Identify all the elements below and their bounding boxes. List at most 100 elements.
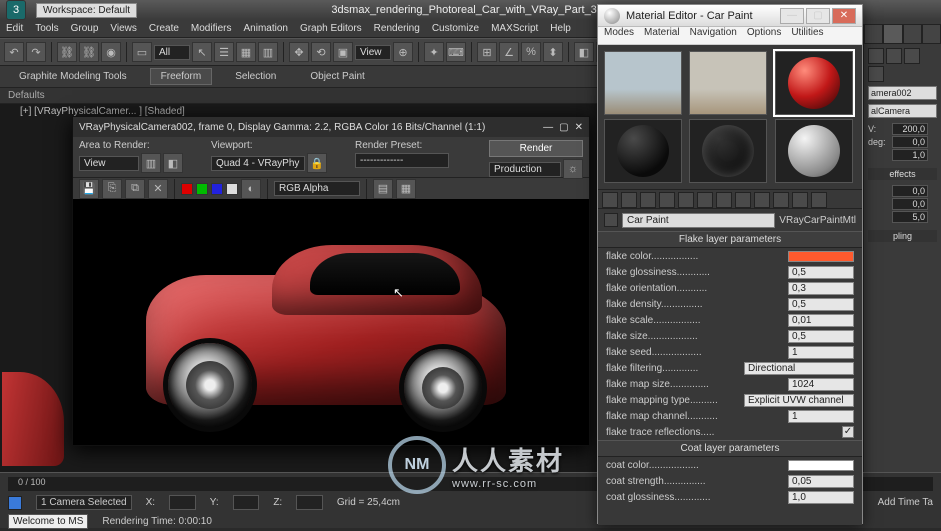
angle-snap-icon[interactable]: ∠: [499, 42, 519, 62]
ref-coord-dd[interactable]: View: [355, 45, 391, 60]
coord-y-input[interactable]: [233, 495, 260, 510]
coord-x-input[interactable]: [169, 495, 196, 510]
put-library-icon[interactable]: [716, 192, 732, 208]
material-name-input[interactable]: [622, 213, 775, 228]
minimize-icon[interactable]: —: [543, 122, 553, 133]
mat-menu-modes[interactable]: Modes: [604, 27, 634, 44]
clear-icon[interactable]: ✕: [148, 179, 168, 199]
copy-image-icon[interactable]: ⎘: [102, 179, 122, 199]
menu-create[interactable]: Create: [149, 23, 179, 34]
create-tab-icon[interactable]: [864, 24, 883, 44]
sample-slot-active[interactable]: [775, 51, 853, 115]
pivot-icon[interactable]: ⊕: [393, 42, 413, 62]
pick-material-icon[interactable]: [604, 213, 618, 227]
area-edit-icon[interactable]: ▥: [141, 153, 161, 173]
go-parent-icon[interactable]: [792, 192, 808, 208]
channel-a-swatch[interactable]: [226, 183, 238, 195]
add-time-tag[interactable]: Add Time Ta: [878, 497, 933, 508]
modify-tab-icon[interactable]: [883, 24, 902, 44]
menu-maxscript[interactable]: MAXScript: [491, 23, 538, 34]
toggle-ui-icon[interactable]: ▤: [373, 179, 393, 199]
channel-g-swatch[interactable]: [196, 183, 208, 195]
maxscript-prompt[interactable]: Welcome to MS: [8, 514, 88, 529]
channel-b-swatch[interactable]: [211, 183, 223, 195]
spinner-input[interactable]: 0,0: [892, 185, 928, 197]
select-arrow-icon[interactable]: ↖: [192, 42, 212, 62]
spinner-snap-icon[interactable]: ⬍: [543, 42, 563, 62]
sample-slot[interactable]: [604, 119, 682, 183]
param-checkbox[interactable]: ✓: [842, 426, 854, 438]
close-icon[interactable]: ✕: [832, 8, 856, 24]
mod-icon[interactable]: [868, 48, 884, 64]
coord-z-input[interactable]: [296, 495, 323, 510]
select-filter-dd[interactable]: All: [154, 45, 190, 60]
param-color-swatch[interactable]: [788, 251, 854, 262]
get-material-icon[interactable]: [602, 192, 618, 208]
named-sel-icon[interactable]: ◧: [574, 42, 594, 62]
select-region-icon[interactable]: ▦: [236, 42, 256, 62]
spinner-input[interactable]: 1,0: [892, 149, 928, 161]
mat-menu-utilities[interactable]: Utilities: [791, 27, 823, 44]
keyboard-icon[interactable]: ⌨: [446, 42, 466, 62]
ribbon-tab-selection[interactable]: Selection: [224, 68, 287, 85]
snap-icon[interactable]: ⊞: [477, 42, 497, 62]
maximize-icon[interactable]: ▢: [559, 122, 568, 133]
menu-animation[interactable]: Animation: [243, 23, 287, 34]
workspace-selector[interactable]: Workspace: Default: [36, 3, 137, 18]
reset-map-icon[interactable]: [659, 192, 675, 208]
mod-icon[interactable]: [904, 48, 920, 64]
param-spinner[interactable]: 1: [788, 346, 854, 359]
sample-slot[interactable]: [775, 119, 853, 183]
channel-dd[interactable]: RGB Alpha: [274, 181, 360, 196]
render-setup-small-icon[interactable]: ☼: [563, 159, 583, 179]
sampling-header[interactable]: pling: [868, 230, 937, 242]
param-spinner[interactable]: 0,5: [788, 298, 854, 311]
menu-graph-editors[interactable]: Graph Editors: [300, 23, 362, 34]
sample-slot[interactable]: [689, 51, 767, 115]
sample-slot[interactable]: [604, 51, 682, 115]
spinner-input[interactable]: 0,0: [892, 198, 928, 210]
assign-sel-icon[interactable]: [640, 192, 656, 208]
select-icon[interactable]: ▭: [132, 42, 152, 62]
ribbon-tab-modeling[interactable]: Graphite Modeling Tools: [8, 68, 138, 85]
maximize-icon[interactable]: ▢: [806, 8, 830, 24]
redo-icon[interactable]: ↷: [26, 42, 46, 62]
param-dropdown[interactable]: Directional: [744, 362, 854, 375]
spinner-input[interactable]: 0,0: [892, 136, 928, 148]
mat-menu-options[interactable]: Options: [747, 27, 781, 44]
menu-rendering[interactable]: Rendering: [374, 23, 420, 34]
unlink-icon[interactable]: ⛓: [79, 42, 99, 62]
make-copy-icon[interactable]: [678, 192, 694, 208]
flake-rollout-header[interactable]: Flake layer parameters: [598, 231, 862, 248]
save-image-icon[interactable]: 💾: [79, 179, 99, 199]
hierarchy-tab-icon[interactable]: [903, 24, 922, 44]
close-icon[interactable]: ✕: [575, 122, 583, 133]
object-name-dd[interactable]: amera002: [868, 86, 937, 100]
param-spinner[interactable]: 1,0: [788, 491, 854, 504]
menu-group[interactable]: Group: [71, 23, 99, 34]
param-spinner[interactable]: 0,5: [788, 330, 854, 343]
menu-modifiers[interactable]: Modifiers: [191, 23, 232, 34]
spinner-input[interactable]: 5,0: [892, 211, 928, 223]
mat-id-icon[interactable]: [735, 192, 751, 208]
put-scene-icon[interactable]: [621, 192, 637, 208]
ribbon-tab-freeform[interactable]: Freeform: [150, 68, 213, 85]
rotate-icon[interactable]: ⟲: [311, 42, 331, 62]
link-icon[interactable]: ⛓: [57, 42, 77, 62]
menu-customize[interactable]: Customize: [432, 23, 479, 34]
render-preset-dd[interactable]: -------------: [355, 153, 449, 168]
clone-image-icon[interactable]: ⧉: [125, 179, 145, 199]
scale-icon[interactable]: ▣: [333, 42, 353, 62]
menu-views[interactable]: Views: [110, 23, 137, 34]
mat-menu-navigation[interactable]: Navigation: [690, 27, 737, 44]
render-output-image[interactable]: ↖: [73, 199, 589, 445]
material-editor-titlebar[interactable]: Material Editor - Car Paint — ▢ ✕: [598, 5, 862, 27]
param-spinner[interactable]: 0,01: [788, 314, 854, 327]
bind-icon[interactable]: ◉: [101, 42, 121, 62]
render-window-titlebar[interactable]: VRayPhysicalCamera002, frame 0, Display …: [73, 117, 589, 137]
menu-help[interactable]: Help: [550, 23, 571, 34]
effects-header[interactable]: effects: [868, 168, 937, 180]
overlay-icon[interactable]: ▦: [396, 179, 416, 199]
spinner-input[interactable]: 200,0: [892, 123, 928, 135]
percent-snap-icon[interactable]: %: [521, 42, 541, 62]
